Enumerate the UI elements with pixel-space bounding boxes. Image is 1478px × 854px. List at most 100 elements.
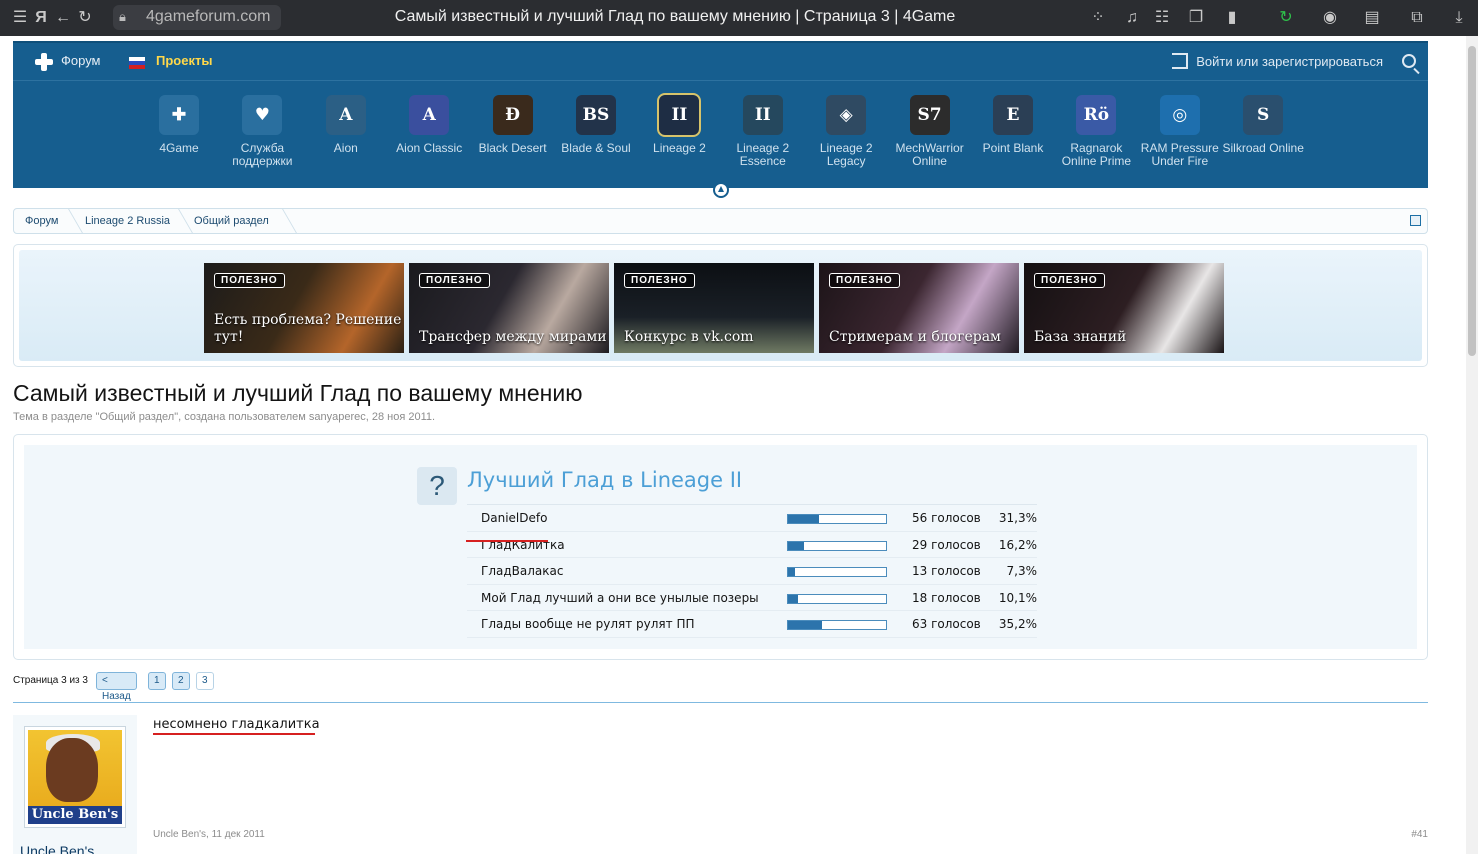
sidebar-icon[interactable]: ☰ (10, 8, 30, 28)
poll-votes: 56 голосов (912, 511, 981, 525)
project-name: Lineage 2 (653, 141, 706, 155)
plus-icon: ✚ (159, 95, 199, 135)
breadcrumb-separator (167, 209, 193, 233)
project-item[interactable]: A Aion Classic (387, 95, 471, 155)
page-2-button[interactable]: 2 (172, 672, 190, 690)
poll-bar (787, 567, 887, 577)
promo-caption: Трансфер между мирами (419, 329, 607, 345)
poll-title: Лучший Глад в Lineage II (467, 468, 743, 492)
promo-caption: Конкурс в vk.com (624, 329, 754, 345)
login-link[interactable]: Войти или зарегистрироваться (1196, 54, 1383, 69)
post-meta[interactable]: Uncle Ben's, 11 дек 2011 (153, 829, 265, 840)
breadcrumb-lineage2-russia[interactable]: Lineage 2 Russia (85, 215, 170, 227)
post-number[interactable]: #41 (1411, 829, 1428, 840)
post-username[interactable]: Uncle Ben's (20, 843, 94, 854)
tabs-icon[interactable]: ❐ (1186, 8, 1206, 28)
red-underline-annotation (466, 540, 548, 542)
downloads-icon[interactable]: ⤓ (1449, 8, 1469, 28)
breadcrumb: Форум Lineage 2 Russia Общий раздел (13, 208, 1428, 234)
address-text[interactable]: 4gameforum.com (146, 8, 271, 26)
lineage2-logo-icon: II (657, 93, 702, 137)
poll-votes: 29 голосов (912, 537, 981, 552)
collections-icon[interactable]: ⧉ (1407, 8, 1427, 28)
breadcrumb-general[interactable]: Общий раздел (194, 215, 269, 227)
promo-caption: База знаний (1034, 329, 1127, 345)
promo-card[interactable]: ПОЛЕЗНО Трансфер между мирами (409, 263, 609, 353)
poll-row: Глады вообще не рулят рулят ПП 63 голосов… (467, 611, 1037, 638)
project-item[interactable]: ✚ 4Game (137, 95, 221, 155)
screenshot-icon[interactable]: ▤ (1362, 8, 1382, 28)
page-label: Страница 3 из 3 (13, 675, 88, 686)
popout-icon[interactable] (1410, 215, 1421, 226)
project-item[interactable]: ◈ Lineage 2 Legacy (804, 95, 888, 168)
project-item[interactable]: A Aion (304, 95, 388, 155)
prev-page-button[interactable]: < Назад (96, 672, 137, 702)
vpn-icon[interactable]: ◉ (1320, 8, 1340, 28)
project-name: 4Game (159, 141, 199, 155)
project-item[interactable]: S Silkroad Online (1221, 95, 1305, 155)
breadcrumb-forum[interactable]: Форум (25, 215, 58, 227)
promo-card[interactable]: ПОЛЕЗНО Конкурс в vk.com (614, 263, 814, 353)
login-icon[interactable] (1172, 53, 1188, 69)
post-message: несомнено гладкалитка (153, 717, 320, 732)
project-name: Ragnarok Online Prime (1061, 141, 1132, 168)
poll-percent: 10,1% (998, 590, 1037, 605)
promo-card[interactable]: ПОЛЕЗНО База знаний (1024, 263, 1224, 353)
poll-votes: 13 голосов (912, 564, 981, 578)
promo-tag: ПОЛЕЗНО (624, 273, 695, 288)
extensions-icon[interactable]: ⁘ (1088, 8, 1108, 28)
avatar[interactable]: Uncle Ben's (24, 726, 126, 828)
project-item[interactable]: II Lineage 2 (637, 93, 721, 155)
site-header: Форум Проекты Войти или зарегистрировать… (13, 41, 1428, 198)
poll-row: ГладВалакас 13 голосов 7,3% (467, 558, 1037, 585)
forum-plus-icon[interactable] (35, 53, 53, 71)
project-name: Служба поддержки (232, 141, 293, 168)
promo-card[interactable]: ПОЛЕЗНО Есть проблема? Решение тут! (204, 263, 404, 353)
nav-forum[interactable]: Форум (61, 53, 101, 68)
project-item[interactable]: Rö Ragnarok Online Prime (1054, 95, 1138, 168)
promo-card[interactable]: ПОЛЕЗНО Стримерам и блогерам (819, 263, 1019, 353)
project-item[interactable]: II Lineage 2 Essence (721, 95, 805, 168)
poll-row: ГладКалитка 29 голосов 16,2% (467, 532, 1037, 558)
user-pane: Uncle Ben's Uncle Ben's (13, 715, 137, 854)
page-1-button[interactable]: 1 (148, 672, 166, 690)
promo-banner: ПОЛЕЗНО Есть проблема? Решение тут! ПОЛЕЗН… (13, 244, 1428, 367)
mechwarrior-logo-icon: S7 (909, 95, 950, 135)
poll-response: DanielDefo (481, 511, 548, 525)
poll-row: Мой Глад лучший а они все унылые позеры 1… (467, 585, 1037, 611)
back-icon[interactable]: ← (53, 8, 73, 28)
poll-percent: 35,2% (998, 617, 1037, 631)
aion-classic-logo-icon: A (409, 95, 450, 135)
headphones-icon[interactable]: ♫ (1122, 8, 1142, 28)
nav-projects[interactable]: Проекты (156, 53, 212, 68)
promo-tag: ПОЛЕЗНО (419, 273, 490, 288)
reader-icon[interactable]: ☷ (1152, 8, 1172, 28)
project-name: Silkroad Online (1222, 141, 1304, 155)
section-link[interactable]: Общий раздел (99, 411, 174, 423)
promo-caption: Стримерам и блогерам (829, 329, 1001, 345)
page-3-button[interactable]: 3 (196, 672, 214, 690)
breadcrumb-separator (57, 209, 83, 233)
sync-icon[interactable]: ↻ (1276, 8, 1296, 28)
project-name: Lineage 2 Essence (736, 141, 790, 168)
page-scrollbar[interactable] (1466, 36, 1478, 854)
poll-bar-fill (788, 568, 796, 576)
collapse-arrow-icon[interactable] (713, 182, 729, 198)
project-item[interactable]: Ð Black Desert (471, 95, 555, 155)
project-item[interactable]: ♥ Служба поддержки (220, 95, 304, 168)
yandex-icon[interactable]: Я (31, 8, 51, 28)
project-item[interactable]: S7 MechWarrior Online (888, 95, 972, 168)
reload-icon[interactable]: ↻ (75, 8, 95, 28)
project-item[interactable]: ◎ RAM Pressure Under Fire (1138, 95, 1222, 168)
aion-logo-icon: A (325, 95, 366, 135)
author-link[interactable]: sanyaperec (309, 411, 366, 423)
scrollbar-thumb[interactable] (1468, 46, 1476, 356)
project-name: Black Desert (478, 141, 547, 155)
lineage2-essence-logo-icon: II (742, 95, 783, 135)
search-icon[interactable] (1402, 54, 1416, 68)
project-list: ✚ 4Game ♥ Служба поддержки A Aion A Aion Classi… (13, 93, 1428, 175)
bookmark-icon[interactable]: ▮ (1222, 8, 1242, 28)
project-item[interactable]: E Point Blank (971, 95, 1055, 155)
poll: ? Лучший Глад в Lineage II DanielDefo 56 … (13, 434, 1428, 660)
project-item[interactable]: BS Blade & Soul (554, 95, 638, 155)
